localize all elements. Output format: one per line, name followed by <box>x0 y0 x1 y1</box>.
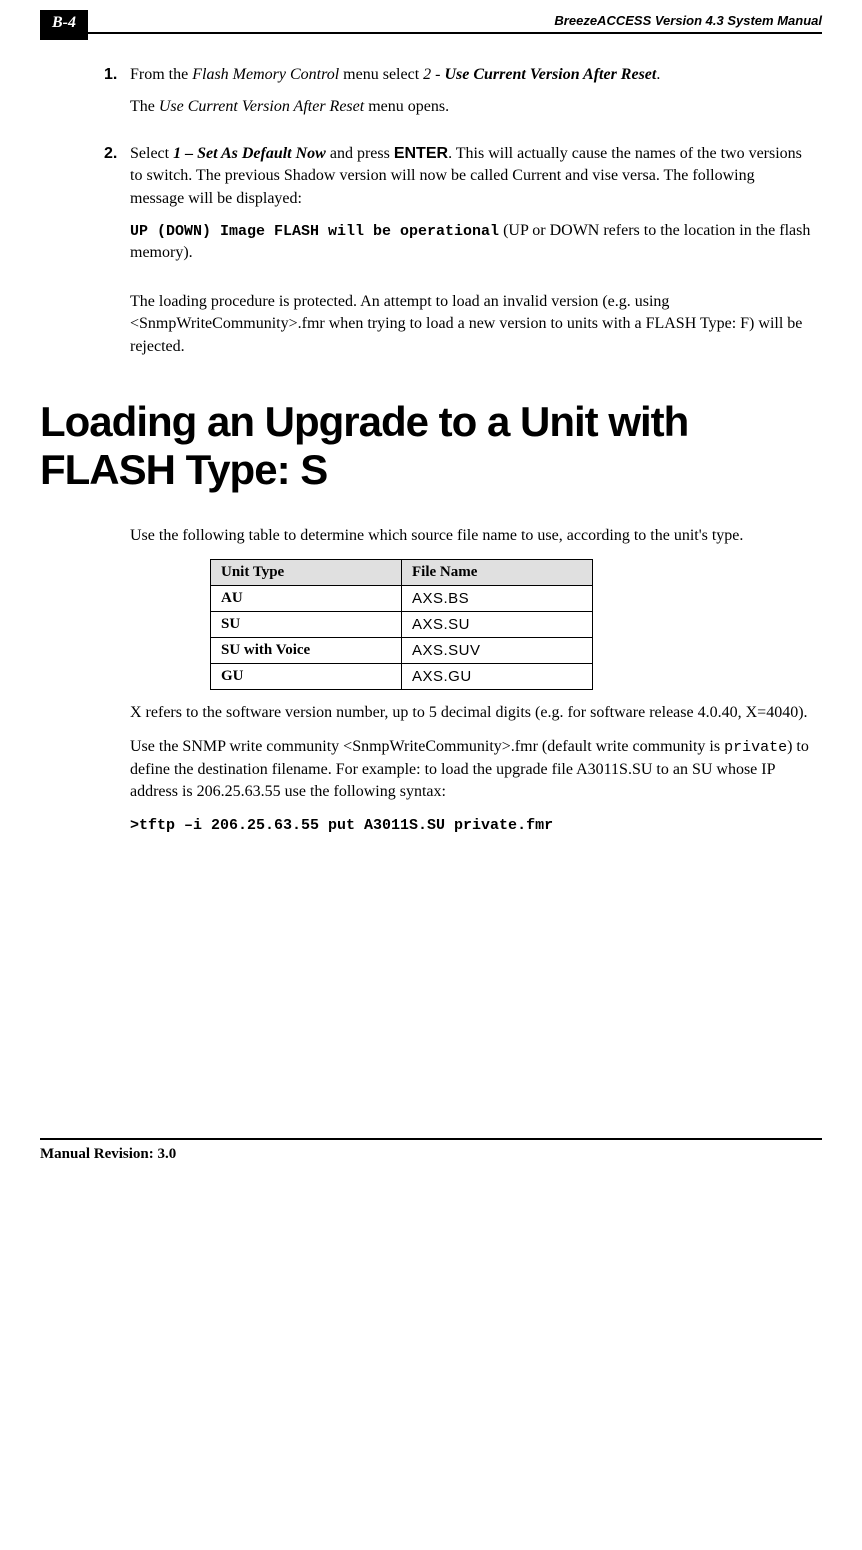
table-row: SU AXS.SU <box>211 611 593 637</box>
table-header: File Name <box>402 559 593 585</box>
file-table: Unit Type File Name AU AXS.BS SU AXS.SU … <box>210 559 593 690</box>
page-header: B-4 BreezeACCESS Version 4.3 System Manu… <box>40 10 822 34</box>
table-intro: Use the following table to determine whi… <box>130 525 812 547</box>
footer: Manual Revision: 3.0 <box>40 1138 822 1163</box>
text: menu select <box>339 66 423 83</box>
table-row: GU AXS.GU <box>211 663 593 689</box>
snmp-paragraph: Use the SNMP write community <SnmpWriteC… <box>130 736 812 803</box>
text: - <box>431 66 444 83</box>
table-header-row: Unit Type File Name <box>211 559 593 585</box>
code-inline: private <box>724 739 787 756</box>
table-row: AU AXS.BS <box>211 585 593 611</box>
key-name: ENTER <box>394 145 448 162</box>
table-cell: AXS.GU <box>402 663 593 689</box>
code-message: UP (DOWN) Image FLASH will be operationa… <box>130 223 499 240</box>
text: and press <box>326 145 394 162</box>
header-title: BreezeACCESS Version 4.3 System Manual <box>88 13 822 28</box>
text: . <box>656 66 660 83</box>
text: Select <box>130 145 173 162</box>
table-row: SU with Voice AXS.SUV <box>211 637 593 663</box>
table-cell: AXS.BS <box>402 585 593 611</box>
text: From the <box>130 66 192 83</box>
page-number: B-4 <box>40 10 88 40</box>
loading-note: The loading procedure is protected. An a… <box>130 291 812 358</box>
step-2: 2. Select 1 – Set As Default Now and pre… <box>130 143 812 279</box>
option-number: 2 <box>423 66 431 83</box>
section-title: Loading an Upgrade to a Unit with FLASH … <box>40 398 822 495</box>
text: Use the SNMP write community <SnmpWriteC… <box>130 738 724 755</box>
table-header: Unit Type <box>211 559 402 585</box>
option-label: Use Current Version After Reset <box>444 66 656 83</box>
menu-name: Use Current Version After Reset <box>159 98 364 115</box>
table-cell: SU with Voice <box>211 637 402 663</box>
table-cell: SU <box>211 611 402 637</box>
option-label: 1 – Set As Default Now <box>173 145 326 162</box>
text: menu opens. <box>364 98 449 115</box>
step-number: 1. <box>104 64 130 133</box>
table-cell: AXS.SUV <box>402 637 593 663</box>
table-cell: AXS.SU <box>402 611 593 637</box>
step-number: 2. <box>104 143 130 279</box>
step-1: 1. From the Flash Memory Control menu se… <box>130 64 812 133</box>
text: The <box>130 98 159 115</box>
x-note: X refers to the software version number,… <box>130 702 812 724</box>
table-cell: GU <box>211 663 402 689</box>
table-cell: AU <box>211 585 402 611</box>
command-line: >tftp –i 206.25.63.55 put A3011S.SU priv… <box>130 815 812 836</box>
menu-name: Flash Memory Control <box>192 66 339 83</box>
